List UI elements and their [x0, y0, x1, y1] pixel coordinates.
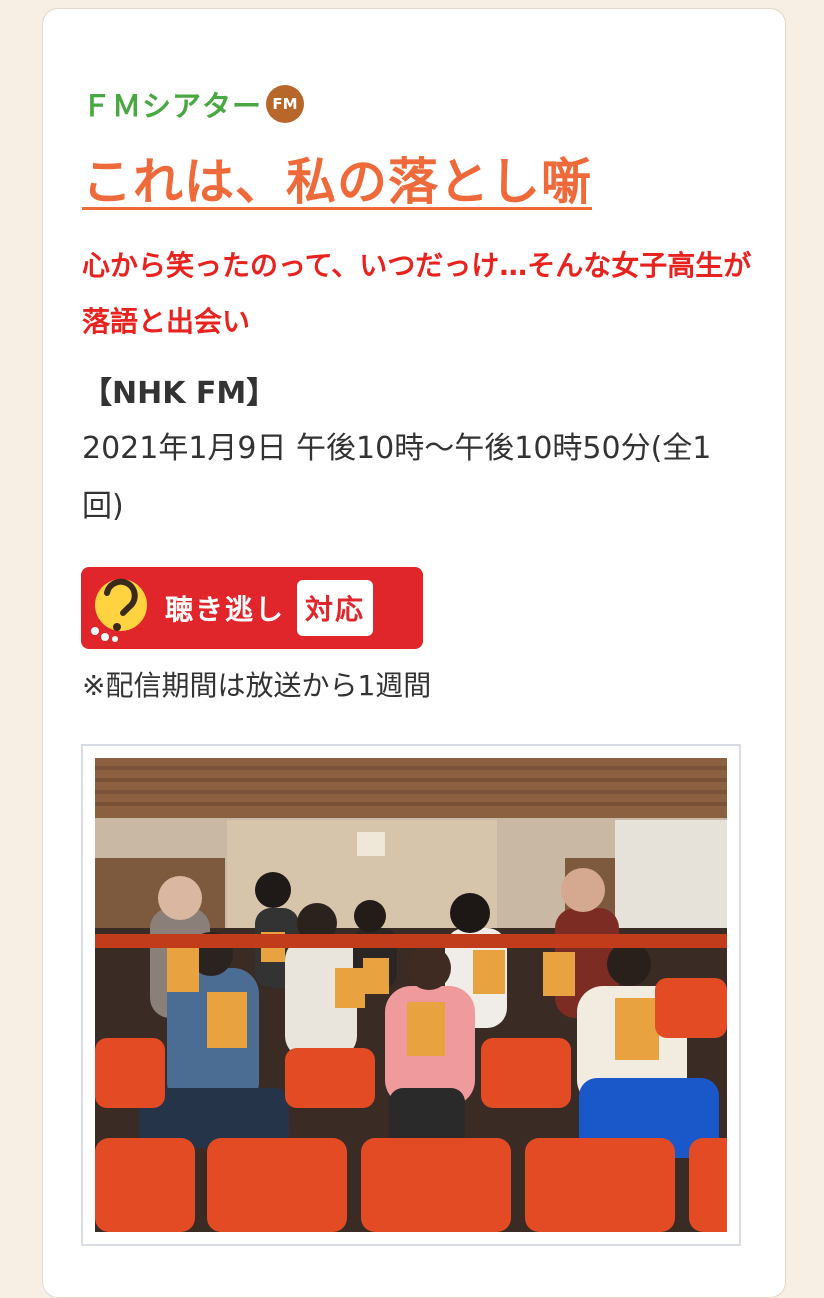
program-photo-frame: [81, 744, 741, 1246]
program-subtitle: 心から笑ったのって、いつだっけ…そんな女子高生が落語と出会い: [82, 249, 752, 338]
catchup-badge: 聴き逃し 対応: [81, 567, 423, 649]
distribution-note: ※配信期間は放送から1週間: [82, 669, 432, 702]
catchup-tag: 対応: [297, 580, 374, 636]
genre-text: ＦＭシアター: [82, 89, 263, 123]
program-photo: [95, 758, 727, 1232]
fm-logo-icon: FM: [266, 85, 305, 123]
air-time: 2021年1月9日 午後10時～午後10時50分(全1回): [82, 431, 712, 524]
channel-label: 【NHK FM】: [82, 376, 277, 411]
catchup-label: 聴き逃し: [165, 593, 286, 626]
program-title-link[interactable]: これは、私の落とし噺: [82, 142, 592, 214]
genre-label: ＦＭシアター FM: [82, 84, 305, 124]
catchup-radio-icon: [81, 567, 155, 649]
